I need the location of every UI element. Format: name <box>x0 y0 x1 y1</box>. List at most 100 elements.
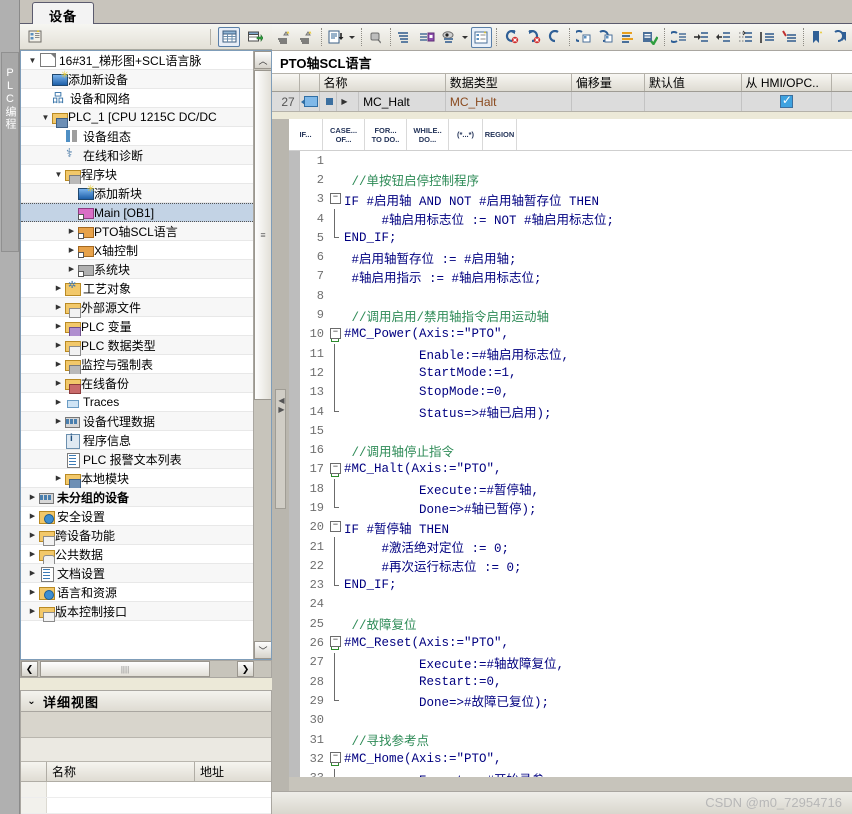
insert-network-after-icon[interactable] <box>296 27 317 48</box>
tab-devices[interactable]: 设备 <box>32 2 95 25</box>
col-offset[interactable]: 偏移量 <box>572 74 645 91</box>
consistency-check-icon[interactable] <box>639 27 660 48</box>
fold-toggle-icon[interactable] <box>328 343 342 364</box>
undo-icon[interactable] <box>500 27 521 48</box>
code-line[interactable]: 30 <box>300 711 852 730</box>
fold-toggle-icon[interactable] <box>328 536 342 557</box>
outdent-icon[interactable] <box>712 27 733 48</box>
code-line[interactable]: 17 #MC_Halt(Axis:="PTO", <box>300 460 852 479</box>
checkbox-hmi-access[interactable] <box>779 93 793 108</box>
code-line[interactable]: 15 <box>300 421 852 440</box>
monitor-write-icon[interactable] <box>438 27 459 48</box>
jump-to-icon[interactable] <box>668 27 689 48</box>
project-tree-icon[interactable] <box>24 27 46 47</box>
chevron-down-icon[interactable] <box>53 169 64 180</box>
fold-toggle-icon[interactable] <box>328 633 342 652</box>
fold-toggle-icon[interactable] <box>328 691 342 710</box>
cell-datatype[interactable]: MC_Halt <box>446 92 572 111</box>
chevron-down-icon[interactable] <box>40 112 51 123</box>
tree-item-8[interactable]: Main [OB1] <box>21 203 253 222</box>
cell-name[interactable]: MC_Halt <box>359 92 446 111</box>
hscroll-thumb[interactable]: |||| <box>40 661 210 677</box>
tree-item-10[interactable]: X轴控制 <box>21 241 253 260</box>
step-icon[interactable] <box>544 27 565 48</box>
favorite-item[interactable]: (*...*) <box>449 119 483 150</box>
code-line[interactable]: 7 #轴启用指示 := #轴启用标志位; <box>300 267 852 286</box>
code-line[interactable]: 31 //寻找参考点 <box>300 730 852 750</box>
tree-item-13[interactable]: 外部源文件 <box>21 298 253 318</box>
code-line[interactable]: 24 <box>300 595 852 614</box>
code-line[interactable]: 25 //故障复位 <box>300 614 852 634</box>
detail-row[interactable] <box>21 782 271 798</box>
favorite-region[interactable]: REGION <box>483 119 517 150</box>
fold-toggle-icon[interactable] <box>328 460 342 479</box>
detail-col-name[interactable]: 名称 <box>47 762 195 781</box>
col-hmi-access[interactable]: 从 HMI/OPC.. <box>742 74 833 91</box>
chevron-right-icon[interactable] <box>53 416 64 427</box>
chevron-right-icon[interactable] <box>53 302 64 313</box>
vscroll-thumb[interactable]: ≡ <box>254 70 271 400</box>
chevron-right-icon[interactable] <box>53 340 64 351</box>
code-line[interactable]: 3 IF #启用轴 AND NOT #启用轴暂存位 THEN <box>300 190 852 209</box>
fold-toggle-icon[interactable] <box>328 672 342 692</box>
code-line[interactable]: 28 Restart:=0, <box>300 672 852 692</box>
code-line[interactable]: 29 Done=>#故障已复位); <box>300 691 852 710</box>
scroll-up-button[interactable]: ︿ <box>254 51 271 69</box>
code-line[interactable]: 26 #MC_Reset(Axis:="PTO", <box>300 633 852 652</box>
export-table-icon[interactable] <box>244 27 266 47</box>
show-all-icon[interactable] <box>394 27 415 48</box>
download-dropdown-icon[interactable] <box>347 27 357 48</box>
tree-item-25[interactable]: 跨设备功能 <box>21 526 253 546</box>
tree-item-27[interactable]: 文档设置 <box>21 564 253 583</box>
scroll-left-button[interactable]: ❮ <box>21 661 38 677</box>
chevron-right-icon[interactable] <box>27 587 38 598</box>
fold-toggle-icon[interactable] <box>328 228 342 247</box>
code-line[interactable]: 10 #MC_Power(Axis:="PTO", <box>300 325 852 344</box>
fold-toggle-icon[interactable] <box>328 652 342 673</box>
code-line[interactable]: 18 Execute:=#暂停轴, <box>300 479 852 499</box>
chevron-right-icon[interactable] <box>53 378 64 389</box>
code-line[interactable]: 14 Status=>#轴已启用); <box>300 401 852 421</box>
detail-view-header[interactable]: ⌄ 详细视图 <box>20 690 272 712</box>
col-default[interactable]: 默认值 <box>645 74 742 91</box>
fold-toggle-icon[interactable] <box>328 382 342 403</box>
fold-toggle-icon[interactable] <box>328 208 342 229</box>
scl-code-area[interactable]: 12 //单按钮启停控制程序3IF #启用轴 AND NOT #启用轴暂存位 T… <box>289 151 852 791</box>
chevron-right-icon[interactable] <box>53 283 64 294</box>
tree-item-4[interactable]: 设备组态 <box>21 127 253 146</box>
chevron-right-icon[interactable] <box>53 359 64 370</box>
uncomment-icon[interactable] <box>778 27 799 48</box>
code-line[interactable]: 21 #激活绝对定位 := 0; <box>300 536 852 557</box>
code-line[interactable]: 12 StartMode:=1, <box>300 363 852 383</box>
gutter-splitter-handle[interactable]: ◀▶ <box>275 389 286 509</box>
remove-bookmark-icon[interactable] <box>829 27 850 48</box>
table-view-icon[interactable] <box>218 26 240 47</box>
tree-item-6[interactable]: 程序块 <box>21 165 253 185</box>
chevron-right-icon[interactable] <box>66 245 77 256</box>
chevron-right-icon[interactable] <box>27 568 38 579</box>
detail-row[interactable] <box>21 798 271 814</box>
chevron-down-icon[interactable]: ⌄ <box>21 696 43 707</box>
chevron-right-icon[interactable] <box>53 321 64 332</box>
code-line[interactable]: 4 #轴启用标志位 := NOT #轴启用标志位; <box>300 208 852 229</box>
tree-item-29[interactable]: 版本控制接口 <box>21 602 253 622</box>
code-line[interactable]: 9 //调用启用/禁用轴指令启用运动轴 <box>300 305 852 325</box>
fold-toggle-icon[interactable] <box>328 325 342 344</box>
monitor-write-dropdown-icon[interactable] <box>460 27 470 48</box>
code-line[interactable]: 1 <box>300 151 852 170</box>
chevron-right-icon[interactable] <box>27 511 38 522</box>
tree-item-15[interactable]: PLC 数据类型 <box>21 336 253 356</box>
fold-toggle-icon[interactable] <box>328 749 342 768</box>
tree-item-2[interactable]: 设备和网络 <box>21 89 253 108</box>
tree-item-26[interactable]: 公共数据 <box>21 545 253 565</box>
goto-online-icon[interactable] <box>365 27 386 48</box>
code-line[interactable]: 22 #再次运行标志位 := 0; <box>300 556 852 576</box>
code-line[interactable]: 13 StopMode:=0, <box>300 382 852 403</box>
tree-item-18[interactable]: Traces <box>21 393 253 412</box>
tree-item-20[interactable]: 程序信息 <box>21 431 253 450</box>
col-more[interactable] <box>832 74 852 91</box>
cell-default[interactable] <box>645 92 742 111</box>
tree-item-19[interactable]: 设备代理数据 <box>21 412 253 431</box>
chevron-right-icon[interactable] <box>66 226 77 237</box>
chevron-right-icon[interactable] <box>53 397 64 408</box>
